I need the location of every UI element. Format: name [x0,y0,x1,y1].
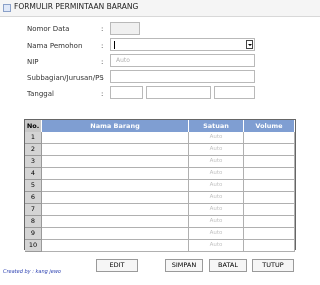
column-header-no: No. [25,120,42,132]
dropdown-arrow-icon[interactable] [246,40,253,49]
nama-pemohon-combobox[interactable] [110,38,255,51]
row-number: 1 [25,132,42,144]
column-header-volume: Volume [244,120,295,132]
items-table: No. Nama Barang Satuan Volume 1 Auto 2 A… [24,119,296,252]
title-bar: FORMULIR PERMINTAAN BARANG [0,0,320,17]
row-number: 3 [25,156,42,168]
form-window: FORMULIR PERMINTAAN BARANG Nomor Data : … [0,0,320,285]
tutup-button[interactable]: TUTUP [252,259,294,272]
nama-barang-cell[interactable] [42,180,189,192]
table-row: 5 Auto [25,180,295,192]
volume-cell[interactable] [244,228,295,240]
volume-cell[interactable] [244,240,295,252]
nama-barang-cell[interactable] [42,204,189,216]
batal-button[interactable]: BATAL [209,259,247,272]
edit-button[interactable]: EDIT [96,259,138,272]
row-number: 4 [25,168,42,180]
satuan-cell: Auto [189,240,244,252]
table-row: 10 Auto [25,240,295,252]
nomor-data-field[interactable] [110,22,140,35]
tanggal-day-field[interactable] [110,86,143,99]
credit-text: Created by : kang jewo [3,269,61,275]
colon: : [101,58,104,66]
table-row: 7 Auto [25,204,295,216]
tanggal-label: Tanggal [27,90,54,98]
table-row: 9 Auto [25,228,295,240]
row-number: 9 [25,228,42,240]
row-number: 5 [25,180,42,192]
row-number: 7 [25,204,42,216]
satuan-cell: Auto [189,156,244,168]
satuan-cell: Auto [189,204,244,216]
text-caret [114,41,115,49]
table-row: 6 Auto [25,192,295,204]
table-row: 8 Auto [25,216,295,228]
colon: : [101,90,104,98]
table-row: 4 Auto [25,168,295,180]
nomor-data-label: Nomor Data [27,25,70,33]
satuan-cell: Auto [189,132,244,144]
volume-cell[interactable] [244,216,295,228]
subbagian-label: Subbagian/Jurusan/PS [27,74,104,82]
window-title: FORMULIR PERMINTAAN BARANG [14,2,139,11]
nama-barang-cell[interactable] [42,132,189,144]
row-number: 8 [25,216,42,228]
nama-barang-cell[interactable] [42,144,189,156]
subbagian-field[interactable] [110,70,255,83]
satuan-cell: Auto [189,216,244,228]
nama-barang-cell[interactable] [42,228,189,240]
volume-cell[interactable] [244,168,295,180]
colon: : [101,74,104,82]
volume-cell[interactable] [244,144,295,156]
satuan-cell: Auto [189,228,244,240]
nama-barang-cell[interactable] [42,168,189,180]
satuan-cell: Auto [189,180,244,192]
satuan-cell: Auto [189,168,244,180]
column-header-nama-barang: Nama Barang [42,120,189,132]
column-header-satuan: Satuan [189,120,244,132]
table-row: 2 Auto [25,144,295,156]
nip-field[interactable]: Auto [110,54,255,67]
simpan-button[interactable]: SIMPAN [165,259,203,272]
tanggal-month-field[interactable] [146,86,211,99]
volume-cell[interactable] [244,204,295,216]
nip-label: NIP [27,58,39,66]
table-row: 1 Auto [25,132,295,144]
satuan-cell: Auto [189,192,244,204]
nama-barang-cell[interactable] [42,192,189,204]
volume-cell[interactable] [244,156,295,168]
colon: : [101,42,104,50]
nama-barang-cell[interactable] [42,156,189,168]
row-number: 6 [25,192,42,204]
row-number: 10 [25,240,42,252]
colon: : [101,25,104,33]
row-number: 2 [25,144,42,156]
nama-barang-cell[interactable] [42,216,189,228]
nama-barang-cell[interactable] [42,240,189,252]
table-row: 3 Auto [25,156,295,168]
satuan-cell: Auto [189,144,244,156]
nama-pemohon-label: Nama Pemohon [27,42,83,50]
window-icon [3,4,11,12]
volume-cell[interactable] [244,180,295,192]
volume-cell[interactable] [244,192,295,204]
tanggal-year-field[interactable] [214,86,255,99]
volume-cell[interactable] [244,132,295,144]
